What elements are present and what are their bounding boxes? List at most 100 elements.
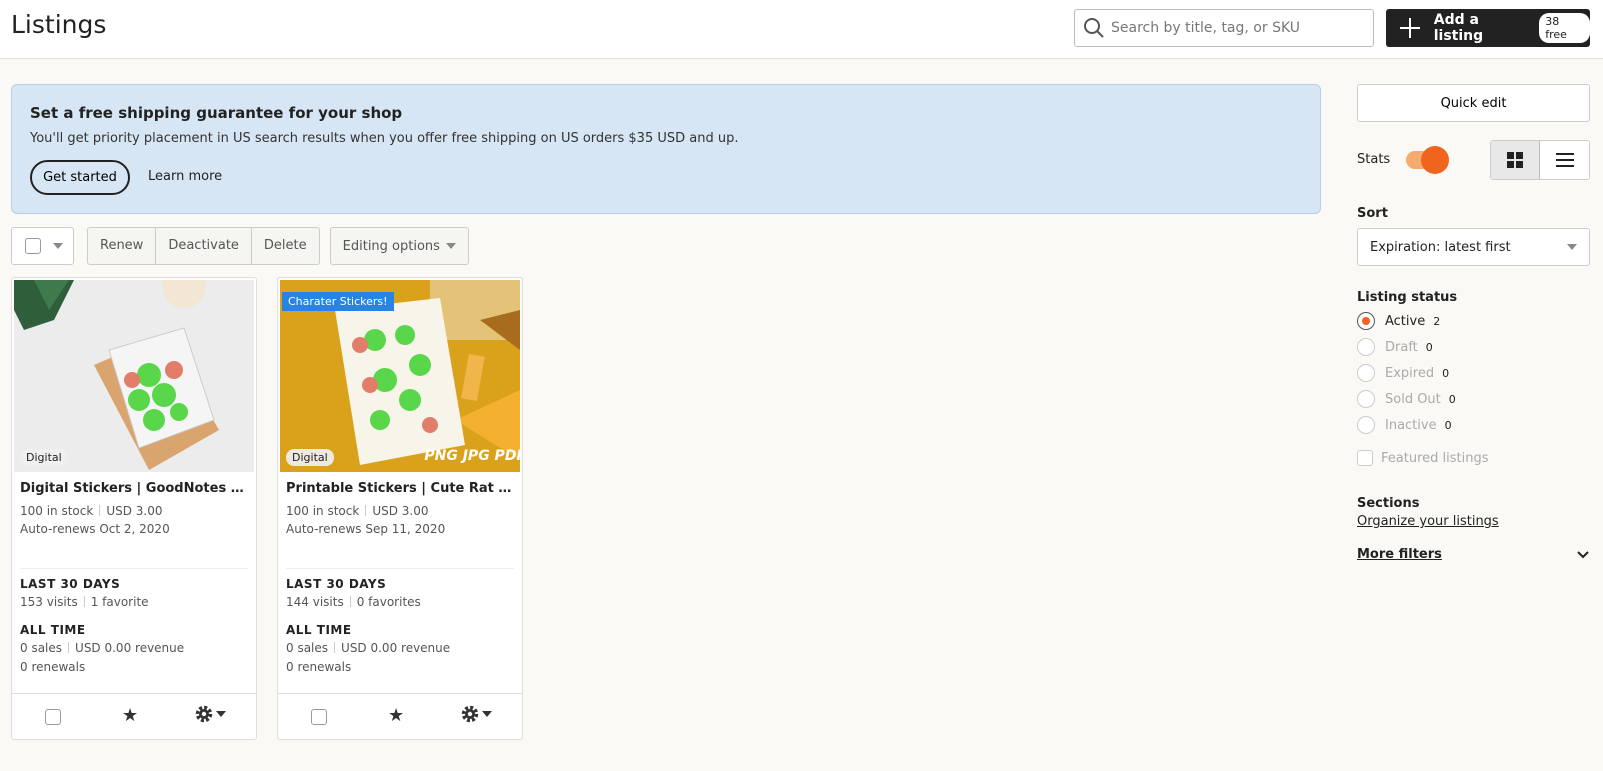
free-listings-badge: 38 free — [1539, 13, 1590, 43]
featured-listings-filter[interactable]: Featured listings — [1357, 450, 1590, 466]
page-title: Listings — [11, 10, 107, 39]
last-30-days-stats: 144 visits 0 favorites — [286, 595, 421, 609]
listing-checkbox[interactable] — [45, 709, 61, 725]
learn-more-link[interactable]: Learn more — [148, 169, 222, 184]
select-all-dropdown[interactable] — [11, 227, 74, 265]
divider — [286, 568, 514, 569]
status-option-sold-out[interactable]: Sold Out 0 — [1357, 386, 1590, 412]
digital-tag: Digital — [20, 449, 68, 466]
favorites: 0 favorites — [356, 595, 421, 609]
bulk-actions-group: Renew Deactivate Delete — [87, 227, 320, 265]
listing-image[interactable]: Digital — [14, 280, 254, 472]
revenue: USD 0.00 revenue — [341, 641, 451, 655]
card-footer: ★ — [278, 693, 522, 739]
all-time-stats: 0 sales USD 0.00 revenue — [286, 641, 450, 655]
grid-view-button[interactable] — [1491, 141, 1540, 179]
last-30-days-label: LAST 30 DAYS — [286, 577, 387, 591]
listing-checkbox[interactable] — [311, 709, 327, 725]
status-count: 2 — [1433, 314, 1441, 328]
listing-title[interactable]: Printable Stickers | Cute Rat Stickers — [286, 481, 518, 496]
status-count: 0 — [1442, 366, 1450, 380]
top-header: Listings Add a listing 38 free — [0, 0, 1603, 59]
list-view-button[interactable] — [1540, 141, 1589, 179]
plus-icon — [1400, 18, 1424, 38]
stats-label: Stats — [1357, 152, 1391, 167]
deactivate-button[interactable]: Deactivate — [156, 228, 252, 264]
get-started-button[interactable]: Get started — [30, 160, 130, 195]
chevron-down-icon — [1577, 550, 1589, 558]
search-icon — [1084, 18, 1104, 38]
status-label: Draft — [1385, 339, 1418, 355]
status-label: Active — [1385, 313, 1426, 329]
chevron-down-icon — [445, 243, 456, 249]
more-filters-label: More filters — [1357, 547, 1442, 562]
chevron-down-icon — [216, 711, 226, 717]
listing-photo — [14, 280, 254, 472]
banner-title: Set a free shipping guarantee for your s… — [30, 104, 403, 122]
radio-button[interactable] — [1357, 364, 1375, 382]
all-time-label: ALL TIME — [20, 623, 86, 637]
listing-ribbon: Charater Stickers! — [282, 292, 394, 311]
status-option-inactive[interactable]: Inactive 0 — [1357, 412, 1590, 438]
status-count: 0 — [1448, 392, 1456, 406]
featured-checkbox[interactable] — [1357, 450, 1373, 466]
radio-button[interactable] — [1357, 312, 1375, 330]
listing-card: Charater Stickers! PNG JPG PDF Digital P… — [277, 277, 523, 740]
chevron-down-icon — [482, 711, 492, 717]
star-icon[interactable]: ★ — [122, 705, 138, 726]
search-box[interactable] — [1074, 9, 1374, 47]
revenue: USD 0.00 revenue — [75, 641, 185, 655]
all-time-label: ALL TIME — [286, 623, 352, 637]
last-30-days-stats: 153 visits 1 favorite — [20, 595, 149, 609]
shipping-banner: Set a free shipping guarantee for your s… — [11, 84, 1321, 214]
status-label: Inactive — [1385, 417, 1437, 433]
auto-renew-date: Auto-renews Sep 11, 2020 — [286, 522, 446, 536]
radio-button[interactable] — [1357, 416, 1375, 434]
price: USD 3.00 — [106, 504, 163, 518]
add-listing-label: Add a listing — [1433, 12, 1484, 44]
radio-button[interactable] — [1357, 390, 1375, 408]
renewals: 0 renewals — [20, 660, 86, 674]
radio-button[interactable] — [1357, 338, 1375, 356]
status-option-expired[interactable]: Expired 0 — [1357, 360, 1590, 386]
status-count: 0 — [1425, 340, 1433, 354]
more-filters-toggle[interactable]: More filters — [1357, 547, 1590, 562]
renew-button[interactable]: Renew — [88, 228, 157, 264]
view-toggle — [1490, 140, 1590, 180]
delete-button[interactable]: Delete — [252, 228, 319, 264]
filter-sidebar: Quick edit Stats Sort Expiration: latest… — [1357, 84, 1590, 562]
stock-count: 100 in stock — [286, 504, 360, 518]
listing-card: Digital Digital Stickers | GoodNotes Sti… — [11, 277, 257, 740]
gear-icon — [461, 705, 479, 723]
stats-toggle[interactable] — [1406, 146, 1450, 174]
organize-listings-link[interactable]: Organize your listings — [1357, 514, 1590, 529]
search-input[interactable] — [1111, 20, 1361, 36]
gear-menu[interactable] — [460, 704, 492, 724]
visits: 144 visits — [286, 595, 344, 609]
select-all-checkbox[interactable] — [25, 238, 41, 254]
status-radio-group: Active 2 Draft 0 Expired 0 Sold Out 0 In… — [1357, 308, 1590, 438]
banner-text: You'll get priority placement in US sear… — [30, 131, 739, 146]
status-label: Sold Out — [1385, 391, 1441, 407]
listing-image[interactable]: Charater Stickers! PNG JPG PDF Digital — [280, 280, 520, 472]
status-option-active[interactable]: Active 2 — [1357, 308, 1590, 334]
status-option-draft[interactable]: Draft 0 — [1357, 334, 1590, 360]
editing-options-label: Editing options — [342, 238, 440, 254]
listing-stock-price: 100 in stock USD 3.00 — [20, 504, 163, 518]
sales: 0 sales — [20, 641, 63, 655]
stats-row: Stats — [1357, 140, 1590, 180]
star-icon[interactable]: ★ — [388, 705, 404, 726]
featured-label: Featured listings — [1381, 450, 1489, 466]
quick-edit-button[interactable]: Quick edit — [1357, 84, 1590, 122]
price: USD 3.00 — [372, 504, 429, 518]
divider — [20, 568, 248, 569]
status-label: Expired — [1385, 365, 1435, 381]
renewals: 0 renewals — [286, 660, 352, 674]
sort-select[interactable]: Expiration: latest first — [1357, 228, 1590, 266]
listing-stock-price: 100 in stock USD 3.00 — [286, 504, 429, 518]
visits: 153 visits — [20, 595, 78, 609]
add-listing-button[interactable]: Add a listing 38 free — [1386, 9, 1590, 47]
gear-menu[interactable] — [194, 704, 226, 724]
listing-title[interactable]: Digital Stickers | GoodNotes Stickers — [20, 481, 252, 496]
editing-options-dropdown[interactable]: Editing options — [329, 227, 469, 265]
